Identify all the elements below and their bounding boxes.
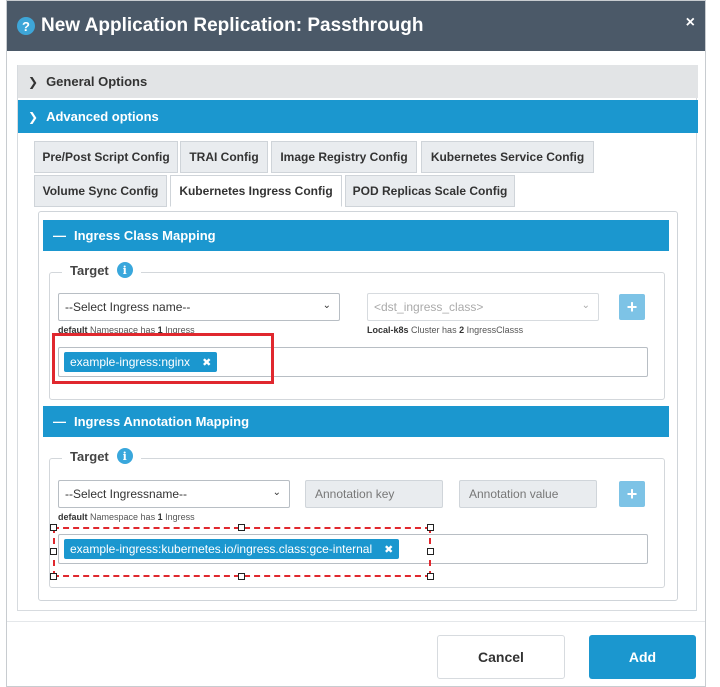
tab-pod-replicas-scale-config[interactable]: POD Replicas Scale Config [345,175,515,207]
tab-volume-sync-config[interactable]: Volume Sync Config [34,175,167,207]
tab-trai-config[interactable]: TRAI Config [180,141,268,173]
ingress-class-mapping-header[interactable]: — Ingress Class Mapping [43,220,669,251]
chevron-down-icon: ❯ [28,109,39,124]
selection-box [53,527,431,577]
accordion-general-options[interactable]: ❯ General Options [18,65,698,98]
resize-handle[interactable] [427,548,434,555]
ingress-config-panel: — Ingress Class Mapping Target i --Selec… [38,211,678,601]
tab-label: Kubernetes Ingress Config [179,184,333,198]
hint-text: Namespace has [90,512,156,522]
accordion-general-label: General Options [46,74,148,89]
tab-kubernetes-service-config[interactable]: Kubernetes Service Config [421,141,594,173]
modal-dialog: ? New Application Replication: Passthrou… [6,0,706,687]
resize-handle[interactable] [50,548,57,555]
tab-label: TRAI Config [189,150,259,164]
select-placeholder: <dst_ingress_class> [374,300,484,314]
info-icon[interactable]: i [116,448,133,464]
resize-handle[interactable] [50,573,57,580]
select-ingressname[interactable]: --Select Ingressname-- ⌄ [58,480,290,508]
namespace-hint: default Namespace has 1 Ingress [58,512,195,522]
hint-text: Cluster has [411,325,457,335]
chevron-down-icon: ⌄ [322,300,331,311]
highlight-box [52,333,274,384]
select-ingress-name[interactable]: --Select Ingress name-- ⌄ [58,293,340,321]
hint-count: 1 [157,512,163,522]
collapse-minus-icon: — [53,414,66,429]
cluster-hint: Local-k8s Cluster has 2 IngressClasss [367,325,523,335]
chevron-down-icon: ⌄ [272,487,281,498]
chevron-down-icon: ⌄ [581,300,590,311]
cancel-label: Cancel [478,649,524,665]
close-icon[interactable]: × [686,14,695,32]
tab-label: POD Replicas Scale Config [352,184,508,198]
resize-handle[interactable] [238,573,245,580]
accordion-advanced-options[interactable]: ❯ Advanced options [18,100,698,133]
target-legend: Target i [62,448,141,464]
tab-label: Image Registry Config [280,150,408,164]
collapse-minus-icon: — [53,228,66,243]
hint-count: 2 [459,325,465,335]
hint-cluster: Local-k8s [367,325,409,335]
hint-unit: Ingress [165,512,195,522]
add-class-mapping-button[interactable]: + [619,294,645,320]
tab-image-registry-config[interactable]: Image Registry Config [271,141,417,173]
tab-pre-post-script-config[interactable]: Pre/Post Script Config [34,141,178,173]
tab-label: Volume Sync Config [42,184,159,198]
section-title: Ingress Annotation Mapping [74,414,250,429]
ingress-annotation-mapping-header[interactable]: — Ingress Annotation Mapping [43,406,669,437]
add-button[interactable]: Add [589,635,696,679]
footer-divider [7,621,705,622]
select-dst-ingress-class[interactable]: <dst_ingress_class> ⌄ [367,293,599,321]
annotation-key-input[interactable]: Annotation key [305,480,443,508]
target-label: Target [70,262,109,278]
tab-label: Pre/Post Script Config [42,150,170,164]
cancel-button[interactable]: Cancel [437,635,565,679]
annotation-value-input[interactable]: Annotation value [459,480,597,508]
chevron-right-icon: ❯ [28,74,39,89]
select-value: --Select Ingress name-- [65,300,191,314]
help-icon[interactable]: ? [17,17,35,35]
resize-handle[interactable] [427,524,434,531]
tab-kubernetes-ingress-config[interactable]: Kubernetes Ingress Config [170,175,342,207]
resize-handle[interactable] [50,524,57,531]
modal-title: New Application Replication: Passthrough [41,15,424,36]
input-placeholder: Annotation key [315,487,395,501]
info-icon[interactable]: i [116,262,133,278]
section-title: Ingress Class Mapping [74,228,216,243]
resize-handle[interactable] [238,524,245,531]
hint-unit: IngressClasss [466,325,524,335]
select-value: --Select Ingressname-- [65,487,188,501]
modal-header: ? New Application Replication: Passthrou… [7,1,705,51]
hint-namespace: default [58,512,88,522]
add-label: Add [628,649,657,665]
input-placeholder: Annotation value [469,487,559,501]
target-label: Target [70,448,109,464]
accordion-advanced-label: Advanced options [46,109,159,124]
target-legend: Target i [62,262,141,278]
tab-label: Kubernetes Service Config [430,150,585,164]
modal-body: ❯ General Options ❯ Advanced options Pre… [17,65,698,611]
add-annotation-mapping-button[interactable]: + [619,481,645,507]
resize-handle[interactable] [427,573,434,580]
